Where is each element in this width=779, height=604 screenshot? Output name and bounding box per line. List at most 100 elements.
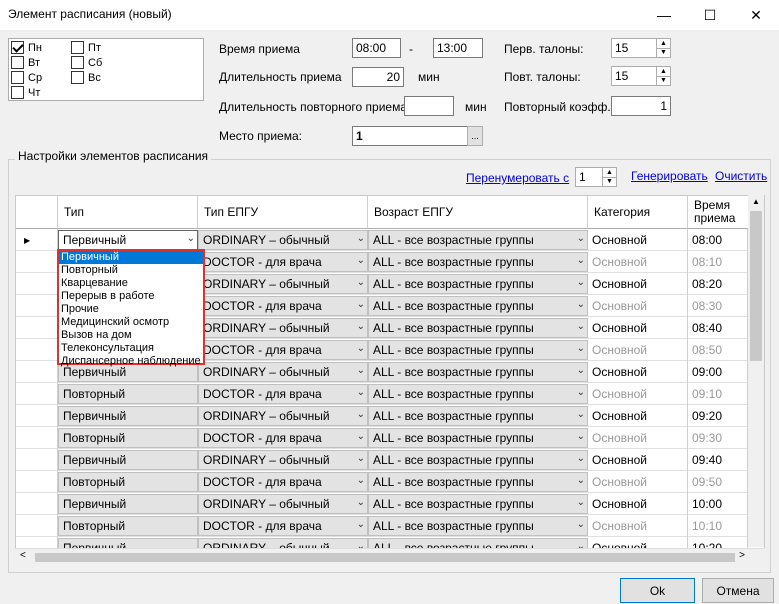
epgu-type-cell[interactable]: ORDINARY – обычный ⌄ — [198, 494, 368, 514]
table-row[interactable]: Повторный DOCTOR - для врача ⌄ ALL - все во… — [16, 427, 764, 449]
epgu-age-cell[interactable]: ALL - все возрастные группы ⌄ — [368, 406, 588, 426]
epgu-age-cell[interactable]: ALL - все возрастные группы ⌄ — [368, 340, 588, 360]
weekday-checkbox-4[interactable]: Пт — [71, 41, 101, 54]
epgu-type-cell[interactable]: DOCTOR - для врача ⌄ — [198, 384, 368, 404]
vertical-scrollbar[interactable]: ▲ — [748, 195, 764, 547]
spin-up-icon[interactable]: ▲ — [657, 67, 670, 77]
row-header[interactable] — [16, 251, 58, 273]
spin-up-icon[interactable]: ▲ — [657, 39, 670, 49]
row-header[interactable] — [16, 361, 58, 383]
row-header[interactable] — [16, 471, 58, 493]
repeat-coef-input[interactable]: 1 — [611, 96, 671, 116]
time-cell[interactable]: 09:10 — [688, 383, 748, 405]
checkbox-icon[interactable] — [71, 56, 84, 69]
epgu-type-cell[interactable]: ORDINARY – обычный ⌄ — [198, 450, 368, 470]
type-cell[interactable]: Повторный — [58, 472, 198, 492]
category-cell[interactable]: Основной — [588, 493, 688, 515]
chevron-down-icon[interactable]: ⌄ — [577, 321, 585, 332]
row-header[interactable]: ▶ — [16, 229, 58, 251]
epgu-age-cell[interactable]: ALL - все возрастные группы ⌄ — [368, 516, 588, 536]
close-button[interactable]: ✕ — [733, 0, 779, 30]
category-cell[interactable]: Основной — [588, 383, 688, 405]
epgu-type-cell[interactable]: ORDINARY – обычный ⌄ — [198, 318, 368, 338]
epgu-type-cell[interactable]: ORDINARY – обычный ⌄ — [198, 274, 368, 294]
dropdown-option[interactable]: Вызов на дом — [59, 329, 203, 342]
chevron-down-icon[interactable]: ⌄ — [577, 453, 585, 464]
dropdown-option[interactable]: Перерыв в работе — [59, 290, 203, 303]
category-cell[interactable]: Основной — [588, 295, 688, 317]
dropdown-option[interactable]: Повторный — [59, 264, 203, 277]
dropdown-option[interactable]: Кварцевание — [59, 277, 203, 290]
repeat-tickets-spinner[interactable]: 15 ▲ ▼ — [611, 66, 671, 86]
checkbox-icon[interactable] — [11, 41, 24, 54]
category-cell[interactable]: Основной — [588, 251, 688, 273]
dropdown-option[interactable]: Первичный — [59, 251, 203, 264]
row-header[interactable] — [16, 339, 58, 361]
chevron-down-icon[interactable]: ⌄ — [577, 387, 585, 398]
first-tickets-spinner[interactable]: 15 ▲ ▼ — [611, 38, 671, 58]
chevron-down-icon[interactable]: ⌄ — [357, 409, 365, 420]
epgu-type-cell[interactable]: DOCTOR - для врача ⌄ — [198, 340, 368, 360]
chevron-down-icon[interactable]: ⌄ — [577, 343, 585, 354]
dropdown-option[interactable]: Медицинский осмотр — [59, 316, 203, 329]
chevron-down-icon[interactable]: ⌄ — [357, 321, 365, 332]
horizontal-scrollbar[interactable]: < > — [15, 548, 765, 565]
epgu-type-cell[interactable]: DOCTOR - для врача ⌄ — [198, 472, 368, 492]
spin-down-icon[interactable]: ▼ — [603, 178, 616, 187]
row-header[interactable] — [16, 295, 58, 317]
chevron-down-icon[interactable]: ⌄ — [577, 409, 585, 420]
weekday-checkbox-5[interactable]: Сб — [71, 56, 102, 69]
type-cell[interactable]: Первичный — [58, 494, 198, 514]
time-cell[interactable]: 08:00 — [688, 229, 748, 251]
category-cell[interactable]: Основной — [588, 515, 688, 537]
repeat-duration-input[interactable] — [404, 96, 454, 116]
chevron-down-icon[interactable]: ⌄ — [577, 299, 585, 310]
row-header[interactable] — [16, 427, 58, 449]
weekday-checkbox-6[interactable]: Вс — [71, 71, 101, 84]
table-row[interactable]: ПервичныйORDINARY – обычный⌄ALL - все во… — [16, 405, 764, 427]
time-cell[interactable]: 09:30 — [688, 427, 748, 449]
chevron-down-icon[interactable]: ⌄ — [357, 453, 365, 464]
table-row[interactable]: ▶ Первичный ⌄ ORDINARY – обычный ⌄ ALL - все … — [16, 229, 764, 251]
column-header-type[interactable]: Тип — [58, 196, 198, 229]
checkbox-icon[interactable] — [71, 41, 84, 54]
row-header[interactable] — [16, 273, 58, 295]
epgu-type-cell[interactable]: DOCTOR - для врача ⌄ — [198, 428, 368, 448]
dropdown-option[interactable]: Телеконсультация — [59, 342, 203, 355]
epgu-age-cell[interactable]: ALL - все возрастные группы ⌄ — [368, 494, 588, 514]
chevron-down-icon[interactable]: ⌄ — [357, 387, 365, 398]
chevron-down-icon[interactable]: ⌄ — [357, 365, 365, 376]
spin-down-icon[interactable]: ▼ — [657, 77, 670, 86]
epgu-age-cell[interactable]: ALL - все возрастные группы ⌄ — [368, 428, 588, 448]
epgu-type-cell[interactable]: ORDINARY – обычный ⌄ — [198, 406, 368, 426]
column-header-epgu-type[interactable]: Тип ЕПГУ — [198, 196, 368, 229]
time-cell[interactable]: 08:30 — [688, 295, 748, 317]
cancel-button[interactable]: Отмена — [702, 578, 774, 603]
spin-down-icon[interactable]: ▼ — [657, 49, 670, 58]
row-header[interactable] — [16, 317, 58, 339]
time-to-input[interactable]: 13:00 — [433, 38, 483, 58]
table-row[interactable]: Повторный DOCTOR - для врача ⌄ ALL - все во… — [16, 383, 764, 405]
type-dropdown-list[interactable]: Первичный Повторный Кварцевание Перерыв в р… — [57, 249, 205, 367]
chevron-down-icon[interactable]: ⌄ — [357, 475, 365, 486]
epgu-type-cell[interactable]: DOCTOR - для врача ⌄ — [198, 296, 368, 316]
time-cell[interactable]: 10:10 — [688, 515, 748, 537]
chevron-down-icon[interactable]: ⌄ — [357, 497, 365, 508]
hscroll-thumb[interactable] — [35, 553, 735, 562]
type-cell[interactable]: Первичный — [58, 450, 198, 470]
time-cell[interactable]: 09:40 — [688, 449, 748, 471]
chevron-down-icon[interactable]: ⌄ — [577, 365, 585, 376]
type-cell[interactable]: Повторный — [58, 428, 198, 448]
type-cell[interactable]: Первичный ⌄ — [58, 230, 198, 250]
epgu-age-cell[interactable]: ALL - все возрастные группы ⌄ — [368, 274, 588, 294]
column-header-category[interactable]: Категория — [588, 196, 688, 229]
row-header[interactable] — [16, 515, 58, 537]
time-cell[interactable]: 09:20 — [688, 405, 748, 427]
weekday-checkbox-3[interactable]: Чт — [11, 86, 40, 99]
renumber-spinner[interactable]: 1 ▲ ▼ — [575, 167, 617, 187]
scroll-right-icon[interactable]: > — [739, 550, 745, 561]
chevron-down-icon[interactable]: ⌄ — [577, 431, 585, 442]
category-cell[interactable]: Основной — [588, 471, 688, 493]
chevron-down-icon[interactable]: ⌄ — [577, 497, 585, 508]
generate-link[interactable]: Генерировать — [631, 169, 708, 183]
